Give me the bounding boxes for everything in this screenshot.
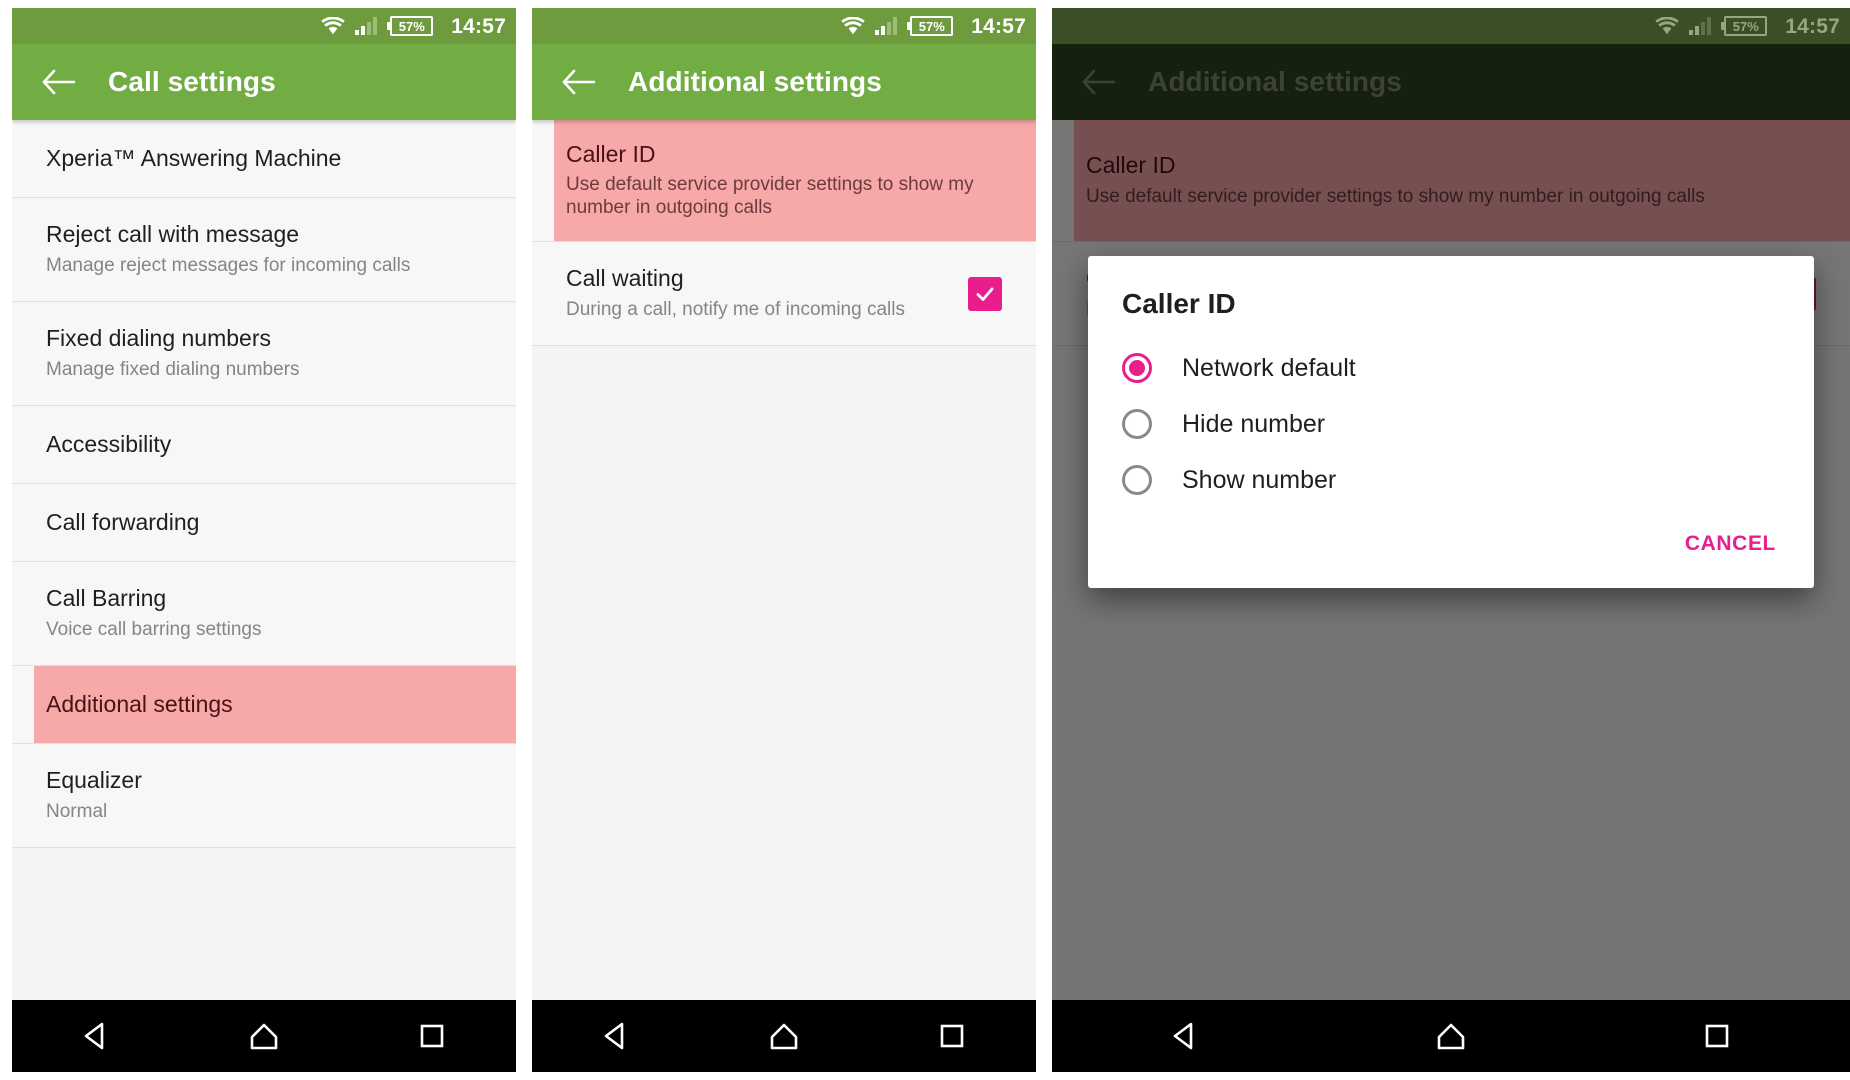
wifi-icon xyxy=(1655,16,1679,35)
back-triangle-icon[interactable] xyxy=(571,1000,661,1072)
list-item-title: Fixed dialing numbers xyxy=(46,325,272,352)
status-bar-clock: 14:57 xyxy=(451,14,506,38)
radio-button-icon[interactable] xyxy=(1122,409,1152,439)
list-item-title: Additional settings xyxy=(46,691,233,718)
panel-divider-1 xyxy=(520,0,532,1080)
back-arrow-icon[interactable] xyxy=(38,62,78,102)
dialog-actions: CANCEL xyxy=(1088,508,1814,578)
back-triangle-icon[interactable] xyxy=(1140,1000,1230,1072)
wifi-icon xyxy=(321,16,345,35)
list-item-subtitle: During a call, notify me of incoming cal… xyxy=(566,298,905,320)
settings-list-2[interactable]: Caller ID Use default service provider s… xyxy=(532,120,1036,1000)
screenshot-root: 57% 14:57 Call settings Xperia™ Answerin… xyxy=(0,0,1850,1080)
home-icon[interactable] xyxy=(219,1000,309,1072)
list-item-title: Caller ID xyxy=(566,140,656,167)
list-item-title: Call waiting xyxy=(566,265,684,292)
radio-option-show-number[interactable]: Show number xyxy=(1088,452,1814,508)
cancel-button[interactable]: CANCEL xyxy=(1677,526,1784,562)
battery-level-label: 57% xyxy=(1724,16,1768,36)
caller-id-dialog: Caller ID Network default Hide number Sh… xyxy=(1088,256,1814,588)
list-item-content: Caller ID Use default service provider s… xyxy=(532,120,1036,241)
list-item-caller-id[interactable]: Caller ID Use default service provider s… xyxy=(532,120,1036,242)
status-bar-clock: 14:57 xyxy=(1785,14,1840,38)
recents-square-icon[interactable] xyxy=(1672,1000,1762,1072)
panel-divider-2 xyxy=(1040,0,1052,1080)
radio-button-selected-icon[interactable] xyxy=(1122,353,1152,383)
list-item-equalizer[interactable]: Equalizer Normal xyxy=(12,744,516,848)
list-item-call-forwarding[interactable]: Call forwarding xyxy=(12,484,516,562)
list-item-subtitle: Manage fixed dialing numbers xyxy=(46,358,300,380)
battery-level-label: 57% xyxy=(390,16,434,36)
app-bar-2: Additional settings xyxy=(532,44,1036,120)
recents-square-icon[interactable] xyxy=(387,1000,477,1072)
navigation-bar-2 xyxy=(532,1000,1036,1072)
phone-panel-call-settings: 57% 14:57 Call settings Xperia™ Answerin… xyxy=(0,0,520,1080)
home-icon[interactable] xyxy=(1406,1000,1496,1072)
settings-list-1[interactable]: Xperia™ Answering Machine Reject call wi… xyxy=(12,120,516,1000)
radio-button-icon[interactable] xyxy=(1122,465,1152,495)
list-item-subtitle: Manage reject messages for incoming call… xyxy=(46,254,411,276)
call-waiting-checkbox[interactable] xyxy=(968,276,1002,311)
phone-screen-3: 57% 14:57 Additional settings Caller ID … xyxy=(1052,8,1850,1072)
list-item-accessibility[interactable]: Accessibility xyxy=(12,406,516,484)
page-title: Call settings xyxy=(108,66,276,97)
list-item-title: Call forwarding xyxy=(46,509,200,536)
cellular-signal-icon xyxy=(1689,17,1712,35)
radio-option-label: Network default xyxy=(1182,353,1356,382)
list-item-answering-machine[interactable]: Xperia™ Answering Machine xyxy=(12,120,516,198)
list-item-content: Call waiting During a call, notify me of… xyxy=(566,265,968,321)
radio-option-label: Hide number xyxy=(1182,409,1326,438)
status-bar-3: 57% 14:57 xyxy=(1052,8,1850,44)
phone-panel-caller-id-dialog: 57% 14:57 Additional settings Caller ID … xyxy=(1052,0,1850,1080)
list-item-reject-call[interactable]: Reject call with message Manage reject m… xyxy=(12,198,516,302)
dialog-title: Caller ID xyxy=(1122,288,1236,319)
radio-option-network-default[interactable]: Network default xyxy=(1088,340,1814,396)
battery-level-label: 57% xyxy=(910,16,954,36)
navigation-bar-3 xyxy=(1052,1000,1850,1072)
page-title: Additional settings xyxy=(628,66,882,97)
battery-icon: 57% xyxy=(907,16,954,36)
list-item-title: Xperia™ Answering Machine xyxy=(46,145,342,172)
list-item-subtitle: Normal xyxy=(46,800,108,822)
radio-option-hide-number[interactable]: Hide number xyxy=(1088,396,1814,452)
wifi-icon xyxy=(841,16,865,35)
list-item-additional-settings[interactable]: Additional settings xyxy=(12,666,516,744)
app-bar-1: Call settings xyxy=(12,44,516,120)
list-item-title: Reject call with message xyxy=(46,221,300,248)
list-item-content: Additional settings xyxy=(12,666,516,743)
battery-icon: 57% xyxy=(387,16,434,36)
home-icon[interactable] xyxy=(739,1000,829,1072)
recents-square-icon[interactable] xyxy=(907,1000,997,1072)
battery-icon: 57% xyxy=(1721,16,1768,36)
list-item-subtitle: Use default service provider settings to… xyxy=(566,174,974,219)
status-bar-clock: 14:57 xyxy=(971,14,1026,38)
back-arrow-icon[interactable] xyxy=(558,62,598,102)
list-item-call-barring[interactable]: Call Barring Voice call barring settings xyxy=(12,562,516,666)
phone-screen-1: 57% 14:57 Call settings Xperia™ Answerin… xyxy=(12,8,516,1072)
list-item-call-waiting[interactable]: Call waiting During a call, notify me of… xyxy=(532,242,1036,346)
list-item-title: Accessibility xyxy=(46,431,172,458)
cellular-signal-icon xyxy=(355,17,378,35)
cellular-signal-icon xyxy=(875,17,898,35)
phone-panel-additional-settings: 57% 14:57 Additional settings Caller ID … xyxy=(532,0,1040,1080)
phone-screen-2: 57% 14:57 Additional settings Caller ID … xyxy=(532,8,1036,1072)
back-triangle-icon[interactable] xyxy=(51,1000,141,1072)
radio-option-label: Show number xyxy=(1182,465,1337,494)
status-icons-2: 57% 14:57 xyxy=(841,16,1026,37)
status-icons-1: 57% 14:57 xyxy=(321,16,506,37)
status-icons-3: 57% 14:57 xyxy=(1655,16,1840,37)
list-item-fixed-dialing[interactable]: Fixed dialing numbers Manage fixed diali… xyxy=(12,302,516,406)
status-bar-1: 57% 14:57 xyxy=(12,8,516,44)
list-item-title: Equalizer xyxy=(46,767,142,794)
status-bar-2: 57% 14:57 xyxy=(532,8,1036,44)
navigation-bar-1 xyxy=(12,1000,516,1072)
list-item-title: Call Barring xyxy=(46,585,167,612)
list-item-subtitle: Voice call barring settings xyxy=(46,618,262,640)
